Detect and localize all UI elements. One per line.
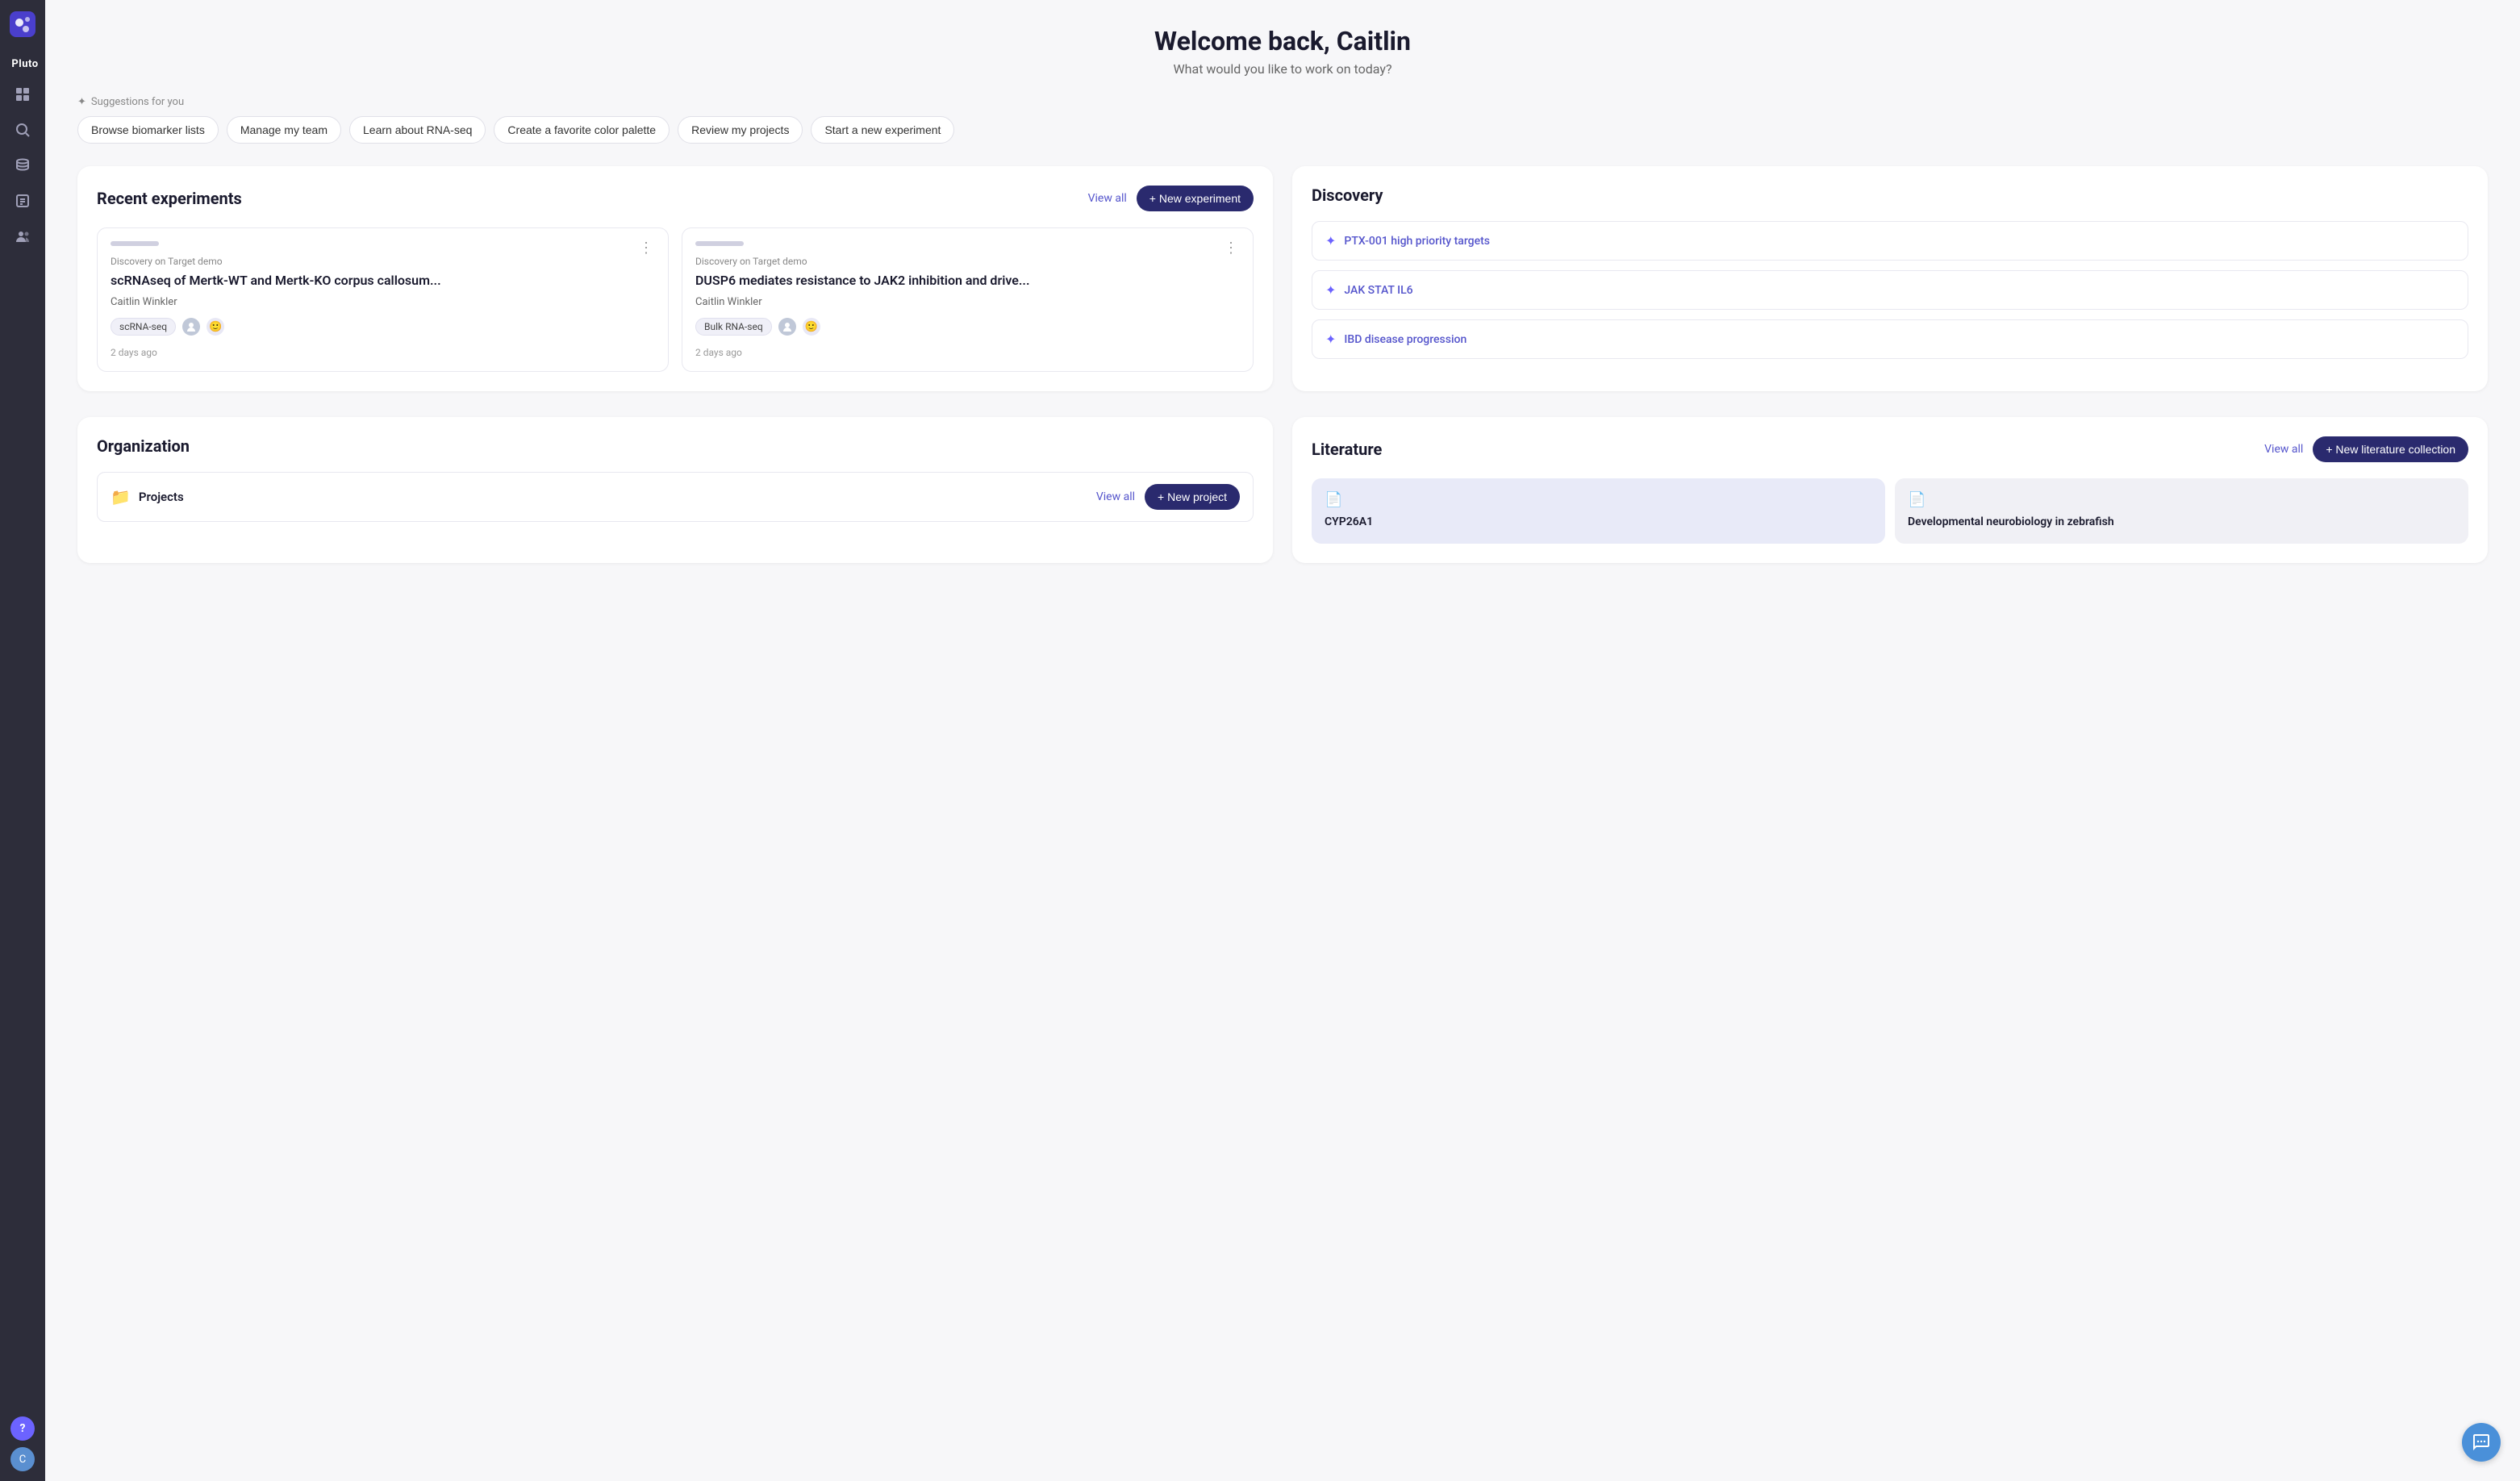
sparkle-icon: ✦ [77,96,86,108]
org-title: Organization [97,436,190,456]
projects-view-all[interactable]: View all [1096,490,1135,503]
card-menu-button-1[interactable]: ⋮ [1219,238,1243,258]
sidebar-item-search[interactable] [8,115,37,144]
sidebar: Pluto [0,0,45,1481]
lit-cards-grid: 📄 CYP26A1 📄 Developmental neurobiology i… [1312,478,2468,544]
discovery-sparkle-icon-1: ✦ [1325,282,1336,298]
user-avatar[interactable]: C [10,1447,35,1471]
discovery-section: Discovery ✦ PTX-001 high priority target… [1292,166,2488,391]
discovery-sparkle-icon-0: ✦ [1325,233,1336,248]
sidebar-item-team[interactable] [8,222,37,251]
card-demo-label-0: Discovery on Target demo [111,256,655,267]
discovery-items-list: ✦ PTX-001 high priority targets ✦ JAK ST… [1312,221,2468,359]
lit-card-title-0: CYP26A1 [1325,515,1872,531]
card-footer-1: Bulk RNA-seq 🙂 2 days ago [695,318,1240,358]
lit-title: Literature [1312,440,1382,459]
suggestion-chip-1[interactable]: Manage my team [227,116,341,144]
recent-experiments-title: Recent experiments [97,189,242,208]
card-demo-label-1: Discovery on Target demo [695,256,1240,267]
recent-experiments-header: Recent experiments View all + New experi… [97,186,1254,211]
org-projects-row[interactable]: 📁 Projects View all + New project [97,472,1254,522]
discovery-item-0[interactable]: ✦ PTX-001 high priority targets [1312,221,2468,261]
suggestion-chip-2[interactable]: Learn about RNA-seq [349,116,486,144]
recent-experiments-actions: View all + New experiment [1088,186,1254,211]
suggestions-chips: Browse biomarker lists Manage my team Le… [77,116,2488,144]
suggestion-chip-3[interactable]: Create a favorite color palette [494,116,670,144]
welcome-title: Welcome back, Caitlin [77,26,2488,56]
sidebar-item-dashboard[interactable] [8,80,37,109]
organization-section: Organization 📁 Projects View all + New p… [77,417,1273,563]
experiment-cards-grid: ⋮ Discovery on Target demo scRNAseq of M… [97,227,1254,372]
discovery-title: Discovery [1312,186,1383,205]
discovery-label-2: IBD disease progression [1344,333,1467,346]
discovery-item-1[interactable]: ✦ JAK STAT IL6 [1312,270,2468,310]
new-project-button[interactable]: + New project [1145,484,1240,510]
card-emoji-1: 🙂 [803,318,820,336]
experiments-discovery-row: Recent experiments View all + New experi… [77,166,2488,391]
lit-card-icon-1: 📄 [1908,491,2455,508]
main-content: Welcome back, Caitlin What would you lik… [45,0,2520,1481]
lit-card-0[interactable]: 📄 CYP26A1 [1312,478,1885,544]
org-projects-label: Projects [139,490,184,504]
card-author-1: Caitlin Winkler [695,296,1240,308]
sidebar-item-reports[interactable] [8,186,37,215]
suggestion-chip-0[interactable]: Browse biomarker lists [77,116,219,144]
literature-section: Literature View all + New literature col… [1292,417,2488,563]
card-user-icon-0 [182,318,200,336]
suggestions-section: ✦ Suggestions for you Browse biomarker l… [77,96,2488,144]
card-time-0: 2 days ago [111,347,655,358]
org-actions: View all + New project [1096,484,1240,510]
card-time-1: 2 days ago [695,347,1240,358]
folder-icon: 📁 [111,487,131,507]
card-title-0: scRNAseq of Mertk-WT and Mertk-KO corpus… [111,272,655,290]
discovery-header: Discovery [1312,186,2468,205]
experiments-view-all[interactable]: View all [1088,192,1127,205]
new-experiment-button[interactable]: + New experiment [1137,186,1254,211]
welcome-subtitle: What would you like to work on today? [77,61,2488,77]
welcome-section: Welcome back, Caitlin What would you lik… [77,26,2488,77]
card-top-bar-1 [695,241,744,246]
lit-actions: View all + New literature collection [2264,436,2468,462]
discovery-sparkle-icon-2: ✦ [1325,332,1336,347]
suggestion-chip-5[interactable]: Start a new experiment [811,116,954,144]
card-tag-0: scRNA-seq [111,318,176,336]
lit-card-1[interactable]: 📄 Developmental neurobiology in zebrafis… [1895,478,2468,544]
org-row-left: 📁 Projects [111,487,184,507]
experiment-card-1[interactable]: ⋮ Discovery on Target demo DUSP6 mediate… [682,227,1254,372]
suggestions-label: ✦ Suggestions for you [77,96,2488,108]
app-name-label: Pluto [11,58,38,70]
sidebar-item-database[interactable] [8,151,37,180]
card-footer-0: scRNA-seq 🙂 2 days ago [111,318,655,358]
org-literature-row: Organization 📁 Projects View all + New p… [77,417,2488,563]
org-header: Organization [97,436,1254,456]
card-emoji-0: 🙂 [207,318,224,336]
lit-card-icon-0: 📄 [1325,491,1872,508]
lit-header: Literature View all + New literature col… [1312,436,2468,462]
experiment-card-0[interactable]: ⋮ Discovery on Target demo scRNAseq of M… [97,227,669,372]
app-logo[interactable] [8,10,37,39]
card-tag-1: Bulk RNA-seq [695,318,772,336]
card-title-1: DUSP6 mediates resistance to JAK2 inhibi… [695,272,1240,290]
card-menu-button-0[interactable]: ⋮ [634,238,658,258]
lit-card-title-1: Developmental neurobiology in zebrafish [1908,515,2455,531]
card-user-icon-1 [778,318,796,336]
recent-experiments-section: Recent experiments View all + New experi… [77,166,1273,391]
chat-button[interactable] [2462,1423,2501,1462]
lit-view-all[interactable]: View all [2264,443,2303,456]
new-literature-button[interactable]: + New literature collection [2313,436,2468,462]
discovery-item-2[interactable]: ✦ IBD disease progression [1312,319,2468,359]
discovery-label-0: PTX-001 high priority targets [1344,235,1490,248]
card-top-bar-0 [111,241,159,246]
discovery-label-1: JAK STAT IL6 [1344,284,1412,297]
suggestion-chip-4[interactable]: Review my projects [678,116,803,144]
help-button[interactable]: ? [10,1416,35,1441]
card-author-0: Caitlin Winkler [111,296,655,308]
